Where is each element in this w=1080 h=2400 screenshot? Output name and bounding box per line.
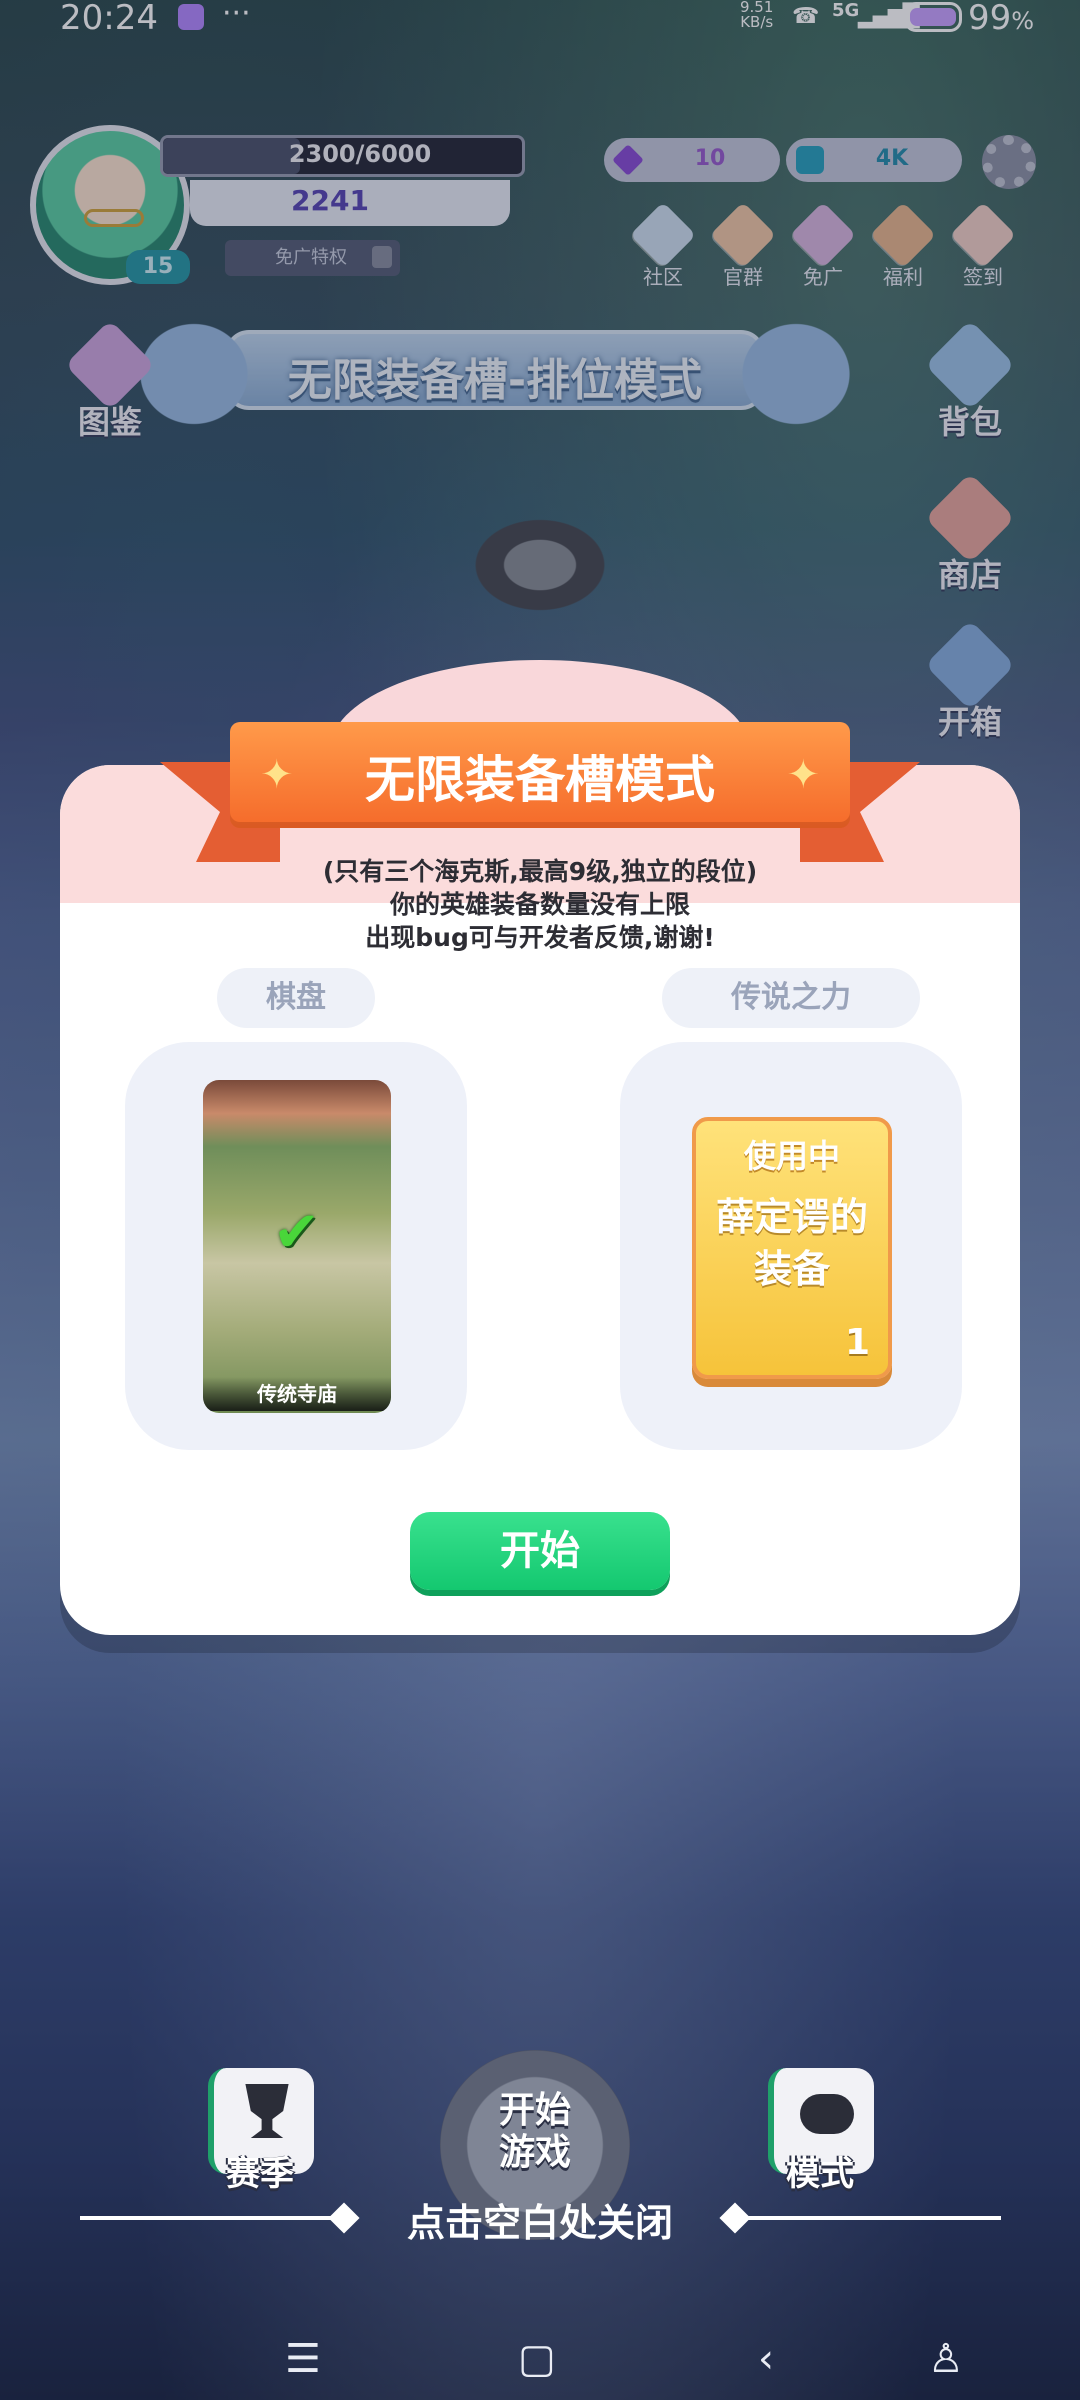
- dialog-title-ribbon: ✦ 无限装备槽模式 ✦: [160, 722, 920, 862]
- menu-nav-icon[interactable]: ☰: [285, 2336, 321, 2382]
- system-nav-bar: ☰ ▢ ‹ ♙: [0, 2330, 1080, 2400]
- dialog-desc-line2: 你的英雄装备数量没有上限: [389, 890, 690, 919]
- gamepad-icon: [800, 2094, 854, 2134]
- sparkle-icon: ✦: [786, 752, 820, 798]
- play-label-line1: 开始: [498, 2090, 571, 2131]
- mode-label: 模式: [786, 2154, 854, 2194]
- dialog-title: 无限装备槽模式: [365, 751, 715, 809]
- play-game-label: 开始 游戏: [440, 2090, 630, 2174]
- legend-count: 1: [844, 1322, 870, 1363]
- home-nav-icon[interactable]: ▢: [518, 2336, 556, 2382]
- board-section-label: 棋盘: [217, 968, 375, 1028]
- start-button[interactable]: 开始: [410, 1512, 670, 1590]
- close-hint[interactable]: 点击空白处关闭: [340, 2192, 740, 2247]
- dialog-desc-line3: 出现bug可与开发者反馈,谢谢!: [365, 923, 715, 952]
- legend-card[interactable]: 使用中 薛定谔的装备 1: [692, 1117, 892, 1379]
- legend-section-label: 传说之力: [662, 968, 920, 1028]
- assistant-nav-icon[interactable]: ♙: [928, 2336, 964, 2382]
- ribbon-body: ✦ 无限装备槽模式 ✦: [230, 722, 850, 828]
- board-name: 传统寺庙: [203, 1377, 391, 1411]
- season-label: 赛季: [226, 2154, 294, 2194]
- divider-left: [80, 2216, 335, 2220]
- divider-right: [746, 2216, 1001, 2220]
- dialog-desc-line1: (只有三个海克斯,最高9级,独立的段位): [322, 857, 758, 886]
- trophy-icon: [245, 2084, 289, 2138]
- checkmark-icon: ✔: [273, 1200, 320, 1265]
- legend-name: 薛定谔的装备: [716, 1195, 869, 1291]
- legend-status: 使用中: [743, 1137, 840, 1175]
- board-card[interactable]: ✔ 传统寺庙: [203, 1080, 391, 1413]
- play-label-line2: 游戏: [498, 2132, 571, 2173]
- back-nav-icon[interactable]: ‹: [758, 2336, 774, 2382]
